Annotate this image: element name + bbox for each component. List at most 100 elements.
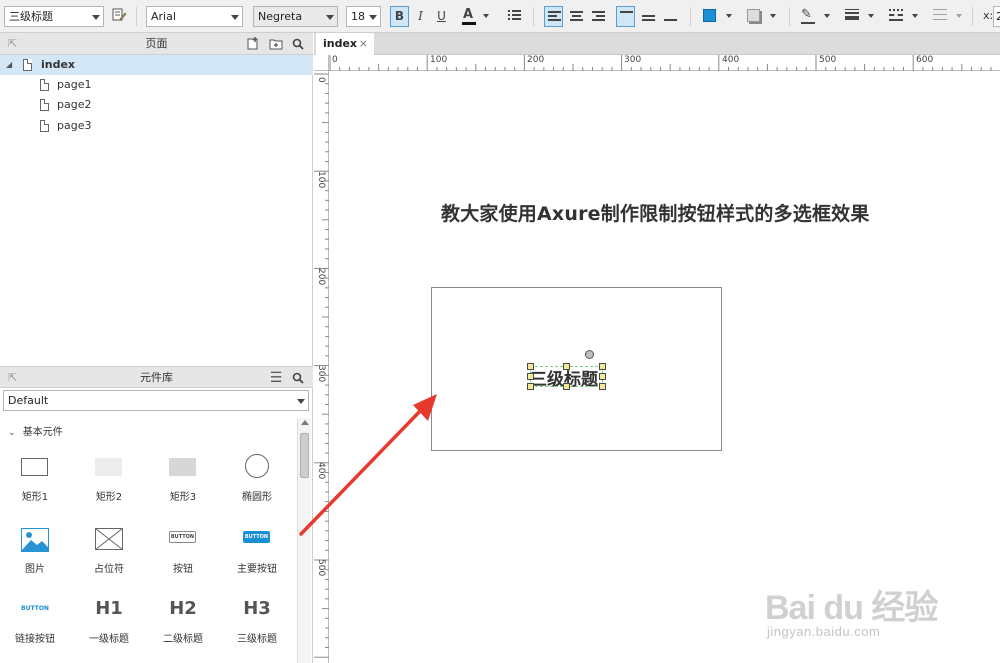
widget-label: 二级标题 bbox=[163, 634, 203, 645]
line-width-button[interactable] bbox=[842, 6, 876, 27]
scrollbar-thumb[interactable] bbox=[300, 433, 309, 478]
resize-handle-w[interactable] bbox=[527, 373, 534, 380]
widget-heading-3[interactable]: H3 三级标题 bbox=[220, 598, 294, 660]
fill-color-button[interactable] bbox=[700, 6, 734, 27]
widget-rectangle-3[interactable]: 矩形3 bbox=[146, 451, 220, 513]
library-select[interactable]: Default bbox=[3, 390, 309, 411]
widget-placeholder[interactable]: 占位符 bbox=[72, 524, 146, 586]
tab-index[interactable]: index × bbox=[316, 33, 374, 55]
image-icon bbox=[21, 528, 49, 555]
ruler-corner bbox=[314, 55, 329, 71]
ruler-label: 200 bbox=[316, 268, 326, 286]
ruler-label: 0 bbox=[316, 77, 326, 83]
shadow-button[interactable] bbox=[744, 6, 778, 27]
page-label: index bbox=[41, 58, 76, 71]
canvas-heading[interactable]: 教大家使用Axure制作限制按钮样式的多选框效果 bbox=[441, 199, 870, 226]
widget-heading-1[interactable]: H1 一级标题 bbox=[72, 598, 146, 660]
valign-bottom-icon[interactable] bbox=[660, 6, 679, 27]
font-color-button[interactable]: A bbox=[459, 6, 493, 27]
widget-label: 矩形2 bbox=[95, 492, 123, 503]
page-icon bbox=[40, 79, 49, 91]
widget-rectangle-2[interactable]: 矩形2 bbox=[72, 451, 146, 513]
italic-button[interactable]: I bbox=[411, 6, 430, 27]
page-icon bbox=[40, 120, 49, 132]
widget-label: 矩形1 bbox=[21, 492, 49, 503]
style-select[interactable]: 三级标题 bbox=[4, 6, 104, 27]
button-icon: BUTTON bbox=[169, 531, 196, 543]
resize-handle-nw[interactable] bbox=[527, 363, 534, 370]
bold-button[interactable]: B bbox=[390, 6, 409, 27]
resize-handle-n[interactable] bbox=[563, 363, 570, 370]
rotate-handle[interactable] bbox=[585, 350, 594, 359]
widget-image[interactable]: 图片 bbox=[0, 524, 72, 586]
section-header[interactable]: ⌄ 基本元件 bbox=[8, 423, 63, 438]
arrow-style-button[interactable] bbox=[930, 6, 964, 27]
line-style-icon bbox=[889, 9, 903, 21]
line-color-button[interactable]: ✎ bbox=[798, 6, 832, 27]
resize-handle-sw[interactable] bbox=[527, 383, 534, 390]
widget-link-button[interactable]: BUTTON 链接按钮 bbox=[0, 598, 72, 660]
valign-top-icon[interactable] bbox=[616, 6, 635, 27]
menu-icon[interactable]: ☰ bbox=[268, 367, 284, 389]
baidu-watermark: Bai du 经验 jingyan.baidu.com bbox=[765, 580, 995, 650]
page-item-page1[interactable]: page1 bbox=[0, 75, 313, 95]
ruler-label: 100 bbox=[316, 171, 326, 189]
library-scrollbar[interactable] bbox=[297, 418, 311, 663]
ruler-label: 300 bbox=[316, 365, 326, 383]
underline-button[interactable]: U bbox=[432, 6, 451, 27]
vertical-ruler[interactable]: 0 100 200 300 400 500 bbox=[314, 71, 329, 663]
scroll-up-icon[interactable] bbox=[301, 420, 309, 425]
align-left-icon[interactable] bbox=[544, 6, 563, 27]
ruler-label: 400 bbox=[316, 462, 326, 480]
page-item-page2[interactable]: page2 bbox=[0, 95, 313, 115]
page-item-page3[interactable]: page3 bbox=[0, 116, 313, 136]
font-size-select[interactable]: 18 bbox=[346, 6, 381, 27]
widget-ellipse[interactable]: 椭圆形 bbox=[220, 451, 294, 513]
collapse-pane-icon[interactable]: ⇱ bbox=[8, 33, 17, 55]
font-weight-select[interactable]: Negreta bbox=[253, 6, 338, 27]
widget-rectangle-1[interactable]: 矩形1 bbox=[0, 451, 72, 513]
pencil-icon: ✎ bbox=[801, 7, 812, 22]
x-coordinate-label: x: bbox=[983, 9, 994, 22]
ruler-label: 100 bbox=[430, 55, 448, 65]
search-pages-icon[interactable] bbox=[290, 33, 306, 57]
style-edit-icon[interactable] bbox=[110, 6, 129, 27]
page-label: page3 bbox=[57, 119, 92, 132]
shadow-icon bbox=[747, 9, 760, 22]
h2-icon: H2 bbox=[169, 598, 197, 619]
add-page-icon[interactable] bbox=[245, 33, 261, 57]
resize-handle-e[interactable] bbox=[599, 373, 606, 380]
resize-handle-se[interactable] bbox=[599, 383, 606, 390]
widget-label: 三级标题 bbox=[237, 634, 277, 645]
x-coordinate-value: 2 bbox=[996, 10, 1000, 23]
font-size-value: 18 bbox=[351, 10, 365, 23]
widget-heading-2[interactable]: H2 二级标题 bbox=[146, 598, 220, 660]
expand-triangle-icon[interactable]: ◢ bbox=[6, 55, 12, 75]
link-button-icon: BUTTON bbox=[21, 605, 49, 612]
horizontal-ruler[interactable]: 0 100 200 300 400 500 600 bbox=[329, 55, 1000, 71]
page-item-index[interactable]: ◢ index bbox=[0, 55, 313, 75]
valign-middle-icon[interactable] bbox=[638, 6, 657, 27]
collapse-pane-icon[interactable]: ⇱ bbox=[8, 367, 17, 389]
align-right-icon[interactable] bbox=[588, 6, 607, 27]
widget-button[interactable]: BUTTON 按钮 bbox=[146, 524, 220, 586]
widget-primary-button[interactable]: BUTTON 主要按钮 bbox=[220, 524, 294, 586]
pages-panel: ⇱ 页面 ◢ index page1 page2 page3 bbox=[0, 33, 313, 366]
font-family-select[interactable]: Arial bbox=[146, 6, 243, 27]
chevron-down-icon: ⌄ bbox=[8, 428, 16, 438]
close-tab-icon[interactable]: × bbox=[359, 33, 368, 55]
ruler-label: 0 bbox=[332, 55, 338, 65]
bullet-list-icon[interactable] bbox=[505, 6, 524, 27]
line-style-button[interactable] bbox=[886, 6, 920, 27]
ruler-label: 300 bbox=[624, 55, 642, 65]
resize-handle-ne[interactable] bbox=[599, 363, 606, 370]
library-panel-title: 元件库 bbox=[140, 371, 173, 384]
add-folder-icon[interactable] bbox=[268, 33, 284, 57]
search-library-icon[interactable] bbox=[290, 367, 306, 391]
widget-label: 占位符 bbox=[94, 564, 124, 575]
x-coordinate-input[interactable]: 2 bbox=[993, 6, 1000, 27]
resize-handle-s[interactable] bbox=[563, 383, 570, 390]
watermark-url: jingyan.baidu.com bbox=[767, 624, 881, 639]
align-center-icon[interactable] bbox=[566, 6, 585, 27]
page-icon bbox=[40, 99, 49, 111]
